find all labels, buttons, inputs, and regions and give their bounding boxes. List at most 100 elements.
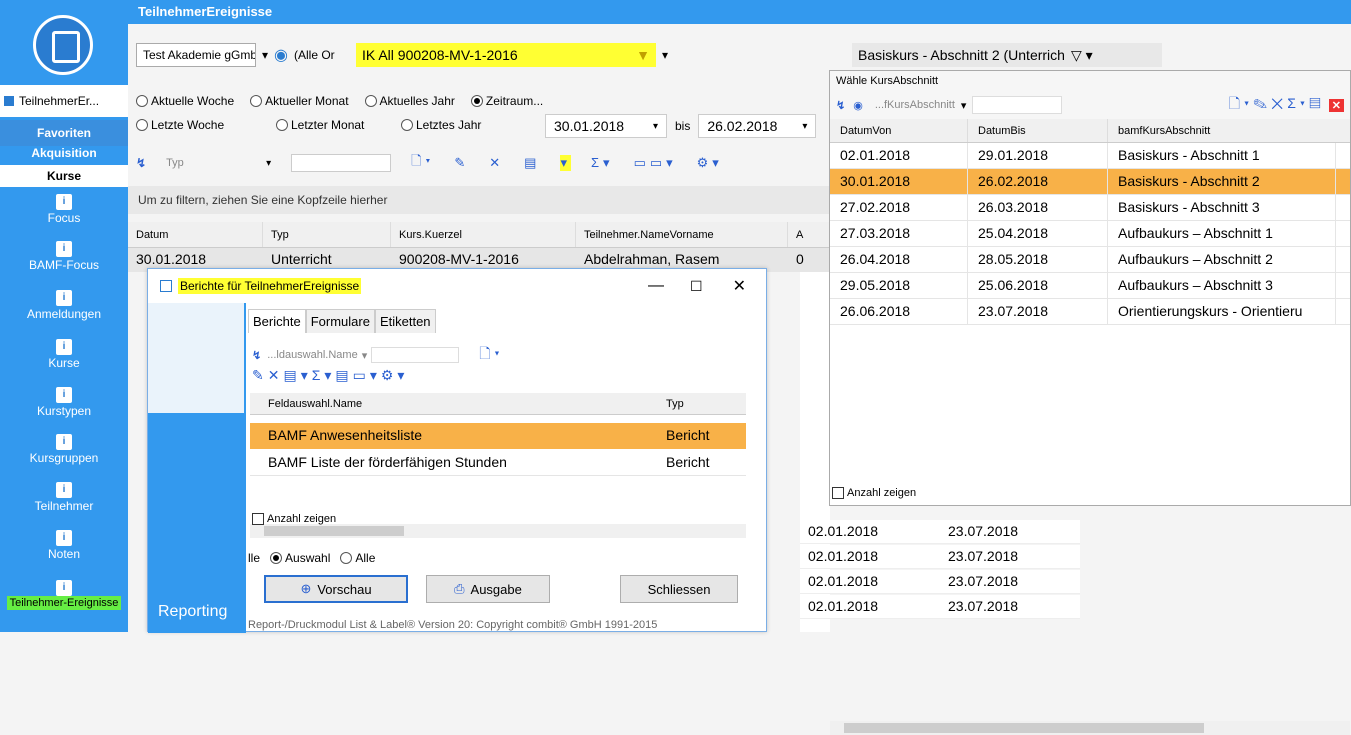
col-feldauswahl[interactable]: Feldauswahl.Name [250, 393, 662, 414]
dialog-filter-input[interactable] [371, 347, 460, 363]
edit-icon[interactable]: ✎ [454, 155, 469, 171]
sidebar-item-bamf-focus[interactable]: i BAMF-Focus [0, 237, 128, 284]
radio-alle[interactable]: Alle [340, 551, 375, 565]
company-select[interactable]: Test Akademie gGmbH - 20 [136, 43, 256, 67]
chevron-down-icon[interactable]: ▾ [662, 48, 668, 62]
sidebar-item-focus[interactable]: i Focus [0, 190, 128, 237]
sidebar-item-teilnehmer[interactable]: i Teilnehmer [0, 478, 128, 525]
export-icon[interactable]: ▤ [524, 155, 540, 171]
radio-button[interactable] [136, 119, 148, 131]
checkbox[interactable] [252, 513, 264, 526]
chevron-down-icon[interactable]: ▾ [802, 121, 807, 132]
radio-letzte-woche[interactable]: Letzte Woche [136, 118, 256, 132]
radio-letztes-jahr[interactable]: Letztes Jahr [401, 118, 481, 132]
col-a[interactable]: A [788, 222, 828, 247]
tab-etiketten[interactable]: Etiketten [374, 309, 436, 333]
radio-aktuelle-woche[interactable]: Aktuelle Woche [136, 94, 234, 108]
dialog-horizontal-scrollbar[interactable] [250, 524, 746, 538]
sidebar-item-kursgruppen[interactable]: i Kursgruppen [0, 430, 128, 477]
list-item[interactable]: 27.02.2018 26.03.2018 Basiskurs - Abschnit… [830, 195, 1350, 221]
popup-anzahl-checkbox[interactable]: Anzahl zeigen [832, 487, 916, 500]
col-datum-bis[interactable]: DatumBis [968, 119, 1108, 142]
chevron-down-icon[interactable]: ▾ [362, 349, 368, 362]
list-item[interactable]: 27.03.2018 25.04.2018 Aufbaukurs – Abschni… [830, 221, 1350, 247]
ausgabe-button[interactable]: ⎙ Ausgabe [426, 575, 550, 603]
vorschau-button[interactable]: ⊕ Vorschau [264, 575, 408, 603]
chevron-down-icon[interactable]: ▾ [262, 48, 268, 62]
radio-button[interactable] [136, 95, 148, 107]
col-bamf-abschnitt[interactable]: bamfKursAbschnitt [1108, 119, 1336, 142]
popup-horizontal-scrollbar[interactable] [830, 721, 1350, 735]
radio-button[interactable] [276, 119, 288, 131]
filter-icon[interactable]: ◉ [853, 99, 863, 112]
chevron-down-icon[interactable]: ▼ [636, 47, 650, 63]
radio-button[interactable] [401, 119, 413, 131]
date-to-field[interactable]: 26.02.2018 ▾ [698, 114, 817, 138]
sort-icon[interactable]: ↯ [836, 99, 845, 112]
typ-filter-input[interactable] [291, 154, 392, 172]
sidebar-item-teilnehmer-ereignisse[interactable]: i Teilnehmer-Ereignisse [0, 576, 128, 632]
chevron-down-icon[interactable]: ▾ [653, 121, 658, 132]
table-row[interactable]: 02.01.2018 23.07.2018 [800, 570, 1080, 594]
radio-auswahl[interactable]: Auswahl [270, 551, 330, 565]
close-icon[interactable]: ✕ [733, 276, 746, 296]
layout-icon[interactable]: ▭▭▾ [634, 155, 677, 171]
new-record-icon[interactable]: 🗋▾ [411, 152, 434, 174]
col-typ[interactable]: Typ [662, 393, 738, 414]
tab-berichte[interactable]: Berichte [248, 309, 306, 333]
radio-aktueller-monat[interactable]: Aktueller Monat [250, 94, 349, 108]
sum-icon[interactable]: Σ▾ [591, 155, 614, 171]
list-item[interactable]: 26.06.2018 23.07.2018 Orientierungskurs - … [830, 299, 1350, 325]
sidebar-favoriten[interactable]: Favoriten [0, 120, 128, 146]
globe-icon[interactable]: ◉ [274, 45, 288, 65]
radio-button[interactable] [340, 552, 353, 564]
sidebar-current-item[interactable]: TeilnehmerEr... [0, 85, 128, 117]
sidebar-item-anmeldungen[interactable]: i Anmeldungen [0, 286, 128, 333]
tab-formulare[interactable]: Formulare [305, 309, 375, 333]
report-dropdown-icon[interactable]: ▾ [560, 155, 571, 171]
popup-tools-icon[interactable]: 🗋▾✎✕Σ▾▤ [1229, 93, 1325, 117]
sort-icon[interactable]: ↯ [136, 156, 146, 170]
schliessen-button[interactable]: Schliessen [620, 575, 738, 603]
dialog-tools-icon[interactable]: ✎✕▤▾Σ▾▤▭▾⚙▾ [252, 367, 408, 384]
table-row[interactable]: 02.01.2018 23.07.2018 [800, 520, 1080, 544]
radio-zeitraum[interactable]: Zeitraum... [470, 94, 543, 108]
course-select[interactable]: IK All 900208-MV-1-2016 ▼ [356, 43, 656, 67]
list-item[interactable]: 02.01.2018 29.01.2018 Basiskurs - Abschnit… [830, 143, 1350, 169]
col-datum[interactable]: Datum [128, 222, 263, 247]
col-kurs-kuerzel[interactable]: Kurs.Kuerzel [391, 222, 576, 247]
sidebar-akquisition[interactable]: Akquisition [0, 146, 128, 164]
close-icon[interactable]: ✕ [1328, 98, 1344, 112]
table-row[interactable]: 02.01.2018 23.07.2018 [800, 595, 1080, 619]
sort-icon[interactable]: ↯ [252, 349, 261, 362]
sidebar-item-kurstypen[interactable]: i Kurstypen [0, 383, 128, 430]
col-teilnehmer-name[interactable]: Teilnehmer.NameVorname [576, 222, 788, 247]
col-typ[interactable]: Typ [263, 222, 391, 247]
list-item[interactable]: 29.05.2018 25.06.2018 Aufbaukurs – Abschni… [830, 273, 1350, 299]
radio-button[interactable] [470, 95, 483, 107]
radio-button[interactable] [270, 552, 283, 564]
checkbox[interactable] [832, 487, 844, 500]
radio-aktuelles-jahr[interactable]: Aktuelles Jahr [364, 94, 455, 108]
chevron-down-icon[interactable]: ▾ [266, 158, 271, 169]
radio-button[interactable] [364, 95, 377, 107]
scrollbar-thumb[interactable] [264, 526, 404, 536]
sidebar-item-kurse[interactable]: i Kurse [0, 335, 128, 382]
list-item[interactable]: BAMF Liste der förderfähigen Stunden Ber… [250, 450, 746, 476]
minimize-icon[interactable]: — [648, 277, 664, 295]
list-item[interactable]: 26.04.2018 28.05.2018 Aufbaukurs – Abschni… [830, 247, 1350, 273]
table-row[interactable]: 02.01.2018 23.07.2018 [800, 545, 1080, 569]
radio-button[interactable] [250, 95, 263, 107]
list-item-selected[interactable]: 30.01.2018 26.02.2018 Basiskurs - Abschnit… [830, 169, 1350, 195]
sidebar-item-noten[interactable]: i Noten [0, 526, 128, 573]
section-select[interactable]: Basiskurs - Abschnitt 2 (Unterrich ▽ ▾ [852, 43, 1162, 67]
popup-filter-input[interactable] [972, 96, 1063, 114]
list-item-selected[interactable]: BAMF Anwesenheitsliste Bericht [250, 423, 746, 449]
maximize-icon[interactable]: ☐ [690, 278, 703, 295]
chevron-down-icon[interactable]: ▽ ▾ [1071, 47, 1093, 64]
options-icon[interactable]: ⚙▾ [697, 155, 723, 171]
radio-letzter-monat[interactable]: Letzter Monat [276, 118, 381, 132]
sidebar-kurse-header[interactable]: Kurse [0, 165, 128, 187]
date-from-field[interactable]: 30.01.2018 ▾ [545, 114, 667, 138]
scrollbar-thumb[interactable] [844, 723, 1204, 733]
